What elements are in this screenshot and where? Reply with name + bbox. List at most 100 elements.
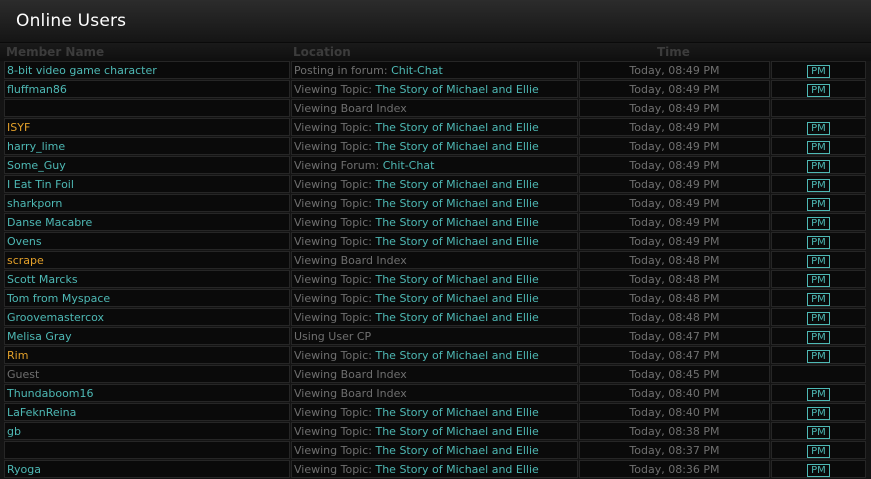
location-action: Viewing Topic: [294,292,376,305]
location-action: Viewing Topic: [294,83,376,96]
table-row: Groovemastercox Viewing Topic: The Story … [4,308,866,326]
online-users-table: 8-bit video game character Posting in for… [4,61,866,479]
location-link[interactable]: The Story of Michael and Ellie [375,406,538,419]
member-name-link[interactable]: sharkporn [4,194,290,212]
location-link[interactable]: The Story of Michael and Ellie [375,311,538,324]
table-row: Some_Guy Viewing Forum: Chit-Chat Today, 0… [4,156,866,174]
location-link[interactable]: Chit-Chat [383,159,435,172]
table-header: Member Name Location Time [0,43,871,61]
pm-button[interactable]: PM [807,464,830,477]
pm-cell: PM [771,384,866,402]
location-action: Viewing Forum: [294,159,383,172]
location-cell: Posting in forum: Chit-Chat [291,61,578,79]
pm-button[interactable]: PM [807,141,830,154]
member-name-link[interactable]: Danse Macabre [4,213,290,231]
pm-cell [771,99,866,117]
time-cell: Today, 08:49 PM [579,194,770,212]
table-row: Melisa Gray Using User CP Today, 08:47 PM P… [4,327,866,345]
member-name-link[interactable]: harry_lime [4,137,290,155]
table-row: Danse Macabre Viewing Topic: The Story of… [4,213,866,231]
pm-cell: PM [771,80,866,98]
table-row: Viewing Topic: The Story of Michael and … [4,441,866,459]
location-cell: Viewing Topic: The Story of Michael and … [291,289,578,307]
member-name-link[interactable]: Scott Marcks [4,270,290,288]
page-title: Online Users [16,11,127,31]
member-name-link[interactable]: Ovens [4,232,290,250]
location-link[interactable]: The Story of Michael and Ellie [375,235,538,248]
pm-button[interactable]: PM [807,255,830,268]
location-link[interactable]: The Story of Michael and Ellie [375,349,538,362]
location-action: Viewing Topic: [294,273,376,286]
pm-button[interactable]: PM [807,122,830,135]
location-link[interactable]: The Story of Michael and Ellie [375,463,538,476]
pm-button[interactable]: PM [807,331,830,344]
member-name-link[interactable]: scrape [4,251,290,269]
location-cell: Viewing Board Index [291,384,578,402]
pm-cell: PM [771,118,866,136]
pm-button[interactable]: PM [807,65,830,78]
pm-button[interactable]: PM [807,445,830,458]
pm-button[interactable]: PM [807,198,830,211]
column-header-location: Location [293,45,351,59]
table-row: LaFeknReina Viewing Topic: The Story of M… [4,403,866,421]
table-row: Viewing Board Index Today, 08:49 PM [4,99,866,117]
pm-cell: PM [771,194,866,212]
time-cell: Today, 08:38 PM [579,422,770,440]
pm-button[interactable]: PM [807,293,830,306]
location-link[interactable]: The Story of Michael and Ellie [375,140,538,153]
member-name-link[interactable]: Thundaboom16 [4,384,290,402]
pm-button[interactable]: PM [807,179,830,192]
pm-cell: PM [771,175,866,193]
member-name-link[interactable]: gb [4,422,290,440]
member-name-link [4,99,290,117]
location-link[interactable]: The Story of Michael and Ellie [375,178,538,191]
pm-button[interactable]: PM [807,388,830,401]
member-name-link[interactable]: fluffman86 [4,80,290,98]
time-cell: Today, 08:47 PM [579,346,770,364]
location-link[interactable]: Chit-Chat [391,64,443,77]
member-name-link[interactable]: LaFeknReina [4,403,290,421]
column-header-member: Member Name [6,45,105,59]
table-row: I Eat Tin Foil Viewing Topic: The Story o… [4,175,866,193]
location-link[interactable]: The Story of Michael and Ellie [375,425,538,438]
pm-button[interactable]: PM [807,84,830,97]
member-name-link[interactable]: I Eat Tin Foil [4,175,290,193]
pm-button[interactable]: PM [807,274,830,287]
pm-cell: PM [771,460,866,478]
location-link[interactable]: The Story of Michael and Ellie [375,216,538,229]
member-name-link[interactable]: Ryoga [4,460,290,478]
table-row: 8-bit video game character Posting in for… [4,61,866,79]
member-name-link[interactable]: Tom from Myspace [4,289,290,307]
member-name-link[interactable]: Melisa Gray [4,327,290,345]
pm-button[interactable]: PM [807,160,830,173]
location-cell: Viewing Topic: The Story of Michael and … [291,118,578,136]
location-link[interactable]: The Story of Michael and Ellie [375,121,538,134]
member-name-link[interactable] [4,441,290,459]
pm-button[interactable]: PM [807,350,830,363]
time-cell: Today, 08:37 PM [579,441,770,459]
table-row: Tom from Myspace Viewing Topic: The Story… [4,289,866,307]
location-link[interactable]: The Story of Michael and Ellie [375,197,538,210]
member-name-link[interactable]: Groovemastercox [4,308,290,326]
member-name-link[interactable]: ISYF [4,118,290,136]
pm-cell: PM [771,213,866,231]
time-cell: Today, 08:49 PM [579,213,770,231]
location-cell: Viewing Topic: The Story of Michael and … [291,403,578,421]
location-cell: Viewing Topic: The Story of Michael and … [291,270,578,288]
pm-button[interactable]: PM [807,217,830,230]
member-name-link[interactable]: Guest [4,365,290,383]
location-link[interactable]: The Story of Michael and Ellie [375,292,538,305]
member-name-link[interactable]: Rim [4,346,290,364]
pm-cell: PM [771,346,866,364]
member-name-link[interactable]: Some_Guy [4,156,290,174]
location-link[interactable]: The Story of Michael and Ellie [375,444,538,457]
pm-button[interactable]: PM [807,236,830,249]
location-link[interactable]: The Story of Michael and Ellie [375,83,538,96]
time-cell: Today, 08:49 PM [579,137,770,155]
pm-button[interactable]: PM [807,426,830,439]
pm-button[interactable]: PM [807,407,830,420]
pm-button[interactable]: PM [807,312,830,325]
location-link[interactable]: The Story of Michael and Ellie [375,273,538,286]
location-action: Using User CP [294,330,372,343]
member-name-link[interactable]: 8-bit video game character [4,61,290,79]
